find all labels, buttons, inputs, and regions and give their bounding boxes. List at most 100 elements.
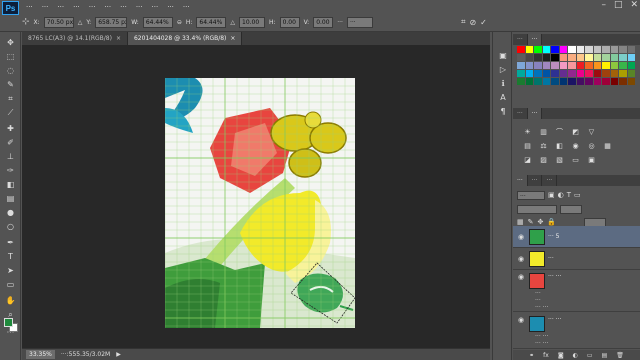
color-swatch[interactable] xyxy=(610,78,618,85)
color-swatch[interactable] xyxy=(576,54,584,61)
color-swatch[interactable] xyxy=(585,46,593,53)
color-swatch[interactable] xyxy=(568,46,576,53)
color-swatch[interactable] xyxy=(551,46,559,53)
reference-point-icon[interactable]: ⊹ xyxy=(22,17,30,27)
color-swatch[interactable] xyxy=(517,62,525,69)
curves-icon[interactable]: ⌒ xyxy=(555,128,564,136)
threshold-icon[interactable]: ▧ xyxy=(555,156,564,164)
layer-effect-item[interactable]: ··· ··· xyxy=(535,304,548,311)
color-swatch[interactable] xyxy=(610,70,618,77)
posterize-icon[interactable]: ▨ xyxy=(539,156,548,164)
color-swatch[interactable] xyxy=(619,78,627,85)
minimize-button[interactable]: – xyxy=(601,0,606,10)
actions-icon[interactable]: ▷ xyxy=(497,64,509,74)
lasso-tool-icon[interactable]: ◌ xyxy=(4,66,17,76)
layer-row-4[interactable]: ◉ ··· xyxy=(513,248,640,270)
color-swatch[interactable] xyxy=(525,46,533,53)
visibility-eye-icon[interactable]: ◉ xyxy=(518,273,526,281)
marquee-tool-icon[interactable]: ⬚ xyxy=(4,52,17,62)
color-swatch[interactable] xyxy=(585,78,593,85)
color-swatch[interactable] xyxy=(576,78,584,85)
color-swatch[interactable] xyxy=(593,78,601,85)
add-mask-icon[interactable]: ◙ xyxy=(558,352,564,359)
color-swatch[interactable] xyxy=(619,62,627,69)
color-swatch[interactable] xyxy=(517,46,525,53)
zoom-level[interactable]: 33.35% xyxy=(26,350,55,359)
path-select-tool-icon[interactable]: ➤ xyxy=(4,266,17,276)
y-position-field[interactable]: 658.75 px xyxy=(95,16,128,28)
color-swatch[interactable] xyxy=(517,70,525,77)
layer-row-3[interactable]: ◉ ··· ··· ··· ··· ··· ··· xyxy=(513,270,640,312)
tab-document-2[interactable]: 6201404028 @ 33.4% (RGB/8) × xyxy=(127,32,243,45)
history-brush-tool-icon[interactable]: ✑ xyxy=(4,166,17,176)
lock-position-icon[interactable]: ✥ xyxy=(538,218,544,226)
character-icon[interactable]: A xyxy=(497,92,509,102)
color-swatch[interactable] xyxy=(551,78,559,85)
color-swatch[interactable] xyxy=(559,62,567,69)
menu-item-image[interactable]: ··· xyxy=(57,3,64,11)
quick-select-tool-icon[interactable]: ✎ xyxy=(4,80,17,90)
color-swatch[interactable] xyxy=(576,46,584,53)
menu-item-3d[interactable]: ··· xyxy=(136,3,143,11)
channel-mixer-icon[interactable]: ◎ xyxy=(587,142,596,150)
healing-tool-icon[interactable]: ✚ xyxy=(4,124,17,134)
lock-pixels-icon[interactable]: ✎ xyxy=(528,218,534,226)
brush-tool-icon[interactable]: ✐ xyxy=(4,138,17,148)
color-swatch[interactable] xyxy=(602,78,610,85)
color-swatch[interactable] xyxy=(568,62,576,69)
color-swatch[interactable] xyxy=(602,70,610,77)
color-swatch[interactable] xyxy=(559,78,567,85)
commit-transform-icon[interactable]: ✓ xyxy=(480,18,487,27)
color-swatch[interactable] xyxy=(559,46,567,53)
color-swatch[interactable] xyxy=(542,62,550,69)
color-swatch[interactable] xyxy=(542,78,550,85)
color-swatch[interactable] xyxy=(576,62,584,69)
status-arrow-icon[interactable]: ▶ xyxy=(116,351,121,358)
levels-icon[interactable]: ▥ xyxy=(539,128,548,136)
color-swatch[interactable] xyxy=(525,78,533,85)
tab-layers[interactable]: ··· xyxy=(513,175,528,186)
menu-item-filter[interactable]: ··· xyxy=(120,3,127,11)
color-swatch[interactable] xyxy=(534,46,542,53)
menu-item-window[interactable]: ··· xyxy=(167,3,174,11)
blend-mode-select[interactable] xyxy=(517,204,557,214)
close-icon[interactable]: × xyxy=(230,35,235,42)
layer-effect-item[interactable]: ··· xyxy=(535,297,541,304)
layer-row-5[interactable]: ◉ ··· 5 xyxy=(513,226,640,248)
menu-item-file[interactable]: ··· xyxy=(26,3,33,11)
selective-color-icon[interactable]: ▣ xyxy=(587,156,596,164)
color-swatch[interactable] xyxy=(534,62,542,69)
color-swatch[interactable] xyxy=(576,70,584,77)
tab-channels[interactable]: ··· xyxy=(528,175,543,186)
color-lookup-icon[interactable]: ▦ xyxy=(603,142,612,150)
tab-adjustments[interactable]: ··· xyxy=(527,108,543,119)
history-icon[interactable]: ▣ xyxy=(497,50,509,60)
width-field[interactable]: 64.44% xyxy=(142,16,173,28)
link-layers-icon[interactable]: ⚭ xyxy=(529,352,534,359)
vibrance-icon[interactable]: ▽ xyxy=(587,128,596,136)
visibility-eye-icon[interactable]: ◉ xyxy=(518,316,526,324)
color-balance-icon[interactable]: ⚖ xyxy=(539,142,548,150)
color-swatch[interactable] xyxy=(602,54,610,61)
color-swatch[interactable] xyxy=(585,70,593,77)
cancel-transform-icon[interactable]: ⊘ xyxy=(469,18,476,27)
invert-icon[interactable]: ◪ xyxy=(523,156,532,164)
gradient-map-icon[interactable]: ▭ xyxy=(571,156,580,164)
menu-item-help[interactable]: ··· xyxy=(183,3,190,11)
color-swatch[interactable] xyxy=(551,70,559,77)
layer-row-2[interactable]: ◉ ··· ··· ··· ··· ··· ··· xyxy=(513,313,640,349)
color-swatch[interactable] xyxy=(627,54,635,61)
document-canvas[interactable] xyxy=(165,78,355,328)
color-swatch[interactable] xyxy=(610,54,618,61)
color-swatch[interactable] xyxy=(542,70,550,77)
color-swatch[interactable] xyxy=(619,70,627,77)
color-swatch[interactable] xyxy=(602,46,610,53)
color-swatch[interactable] xyxy=(534,70,542,77)
color-swatch[interactable] xyxy=(627,78,635,85)
close-icon[interactable]: × xyxy=(116,35,121,42)
foreground-color-swatch[interactable] xyxy=(4,318,13,327)
dodge-tool-icon[interactable]: ○ xyxy=(4,222,17,232)
lock-all-icon[interactable]: 🔒 xyxy=(547,218,556,226)
layer-effect-item[interactable]: ··· ··· xyxy=(535,333,548,340)
gradient-tool-icon[interactable]: ▤ xyxy=(4,194,17,204)
